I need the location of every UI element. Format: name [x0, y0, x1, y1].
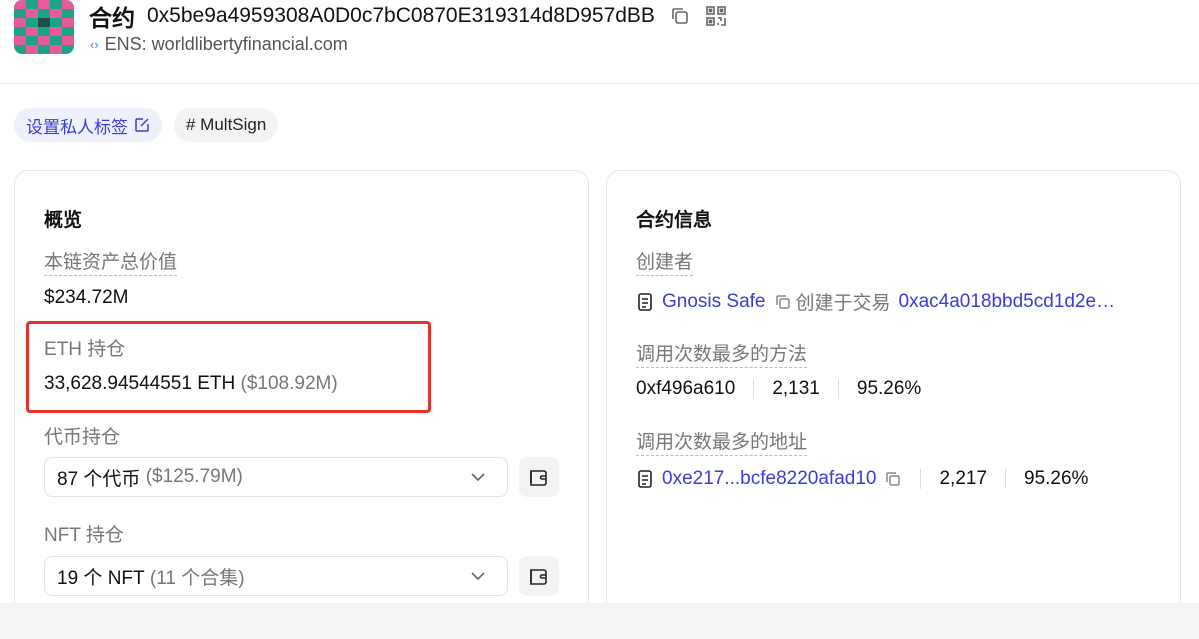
ens-name[interactable]: ENS: worldlibertyfinancial.com: [105, 34, 348, 55]
qr-code-icon[interactable]: [705, 5, 727, 27]
top-method-percent: 95.26%: [856, 378, 922, 399]
multsign-tag[interactable]: # MultSign: [174, 108, 279, 142]
creator-label: 创建者: [636, 251, 694, 276]
nft-holding-dropdown[interactable]: 19 个 NFT (11 个合集): [44, 556, 508, 596]
set-private-tag-button[interactable]: 设置私人标签: [14, 108, 162, 142]
overview-title: 概览: [44, 210, 83, 231]
token-usd-value: ($125.79M): [145, 466, 243, 487]
top-address-link[interactable]: 0xe217...bcfe8220afad10: [662, 468, 876, 490]
total-asset-label: 本链资产总价值: [44, 251, 178, 276]
top-method-count: 2,131: [772, 378, 820, 399]
contract-info-card: 合约信息 创建者 Gnosis Safe 创建于交易 0xac4a018bbd5…: [606, 170, 1181, 630]
top-address-row: 0xe217...bcfe8220afad10 2,217 95.26%: [636, 468, 1088, 490]
wallet-icon: [530, 569, 547, 585]
nft-wallet-button[interactable]: [519, 556, 559, 596]
creator-link[interactable]: Gnosis Safe: [662, 291, 766, 313]
divider: [837, 379, 839, 399]
chevron-down-icon: [471, 473, 485, 482]
top-method-id: 0xf496a610: [636, 378, 736, 399]
tag-row: 设置私人标签 # MultSign: [14, 108, 279, 142]
contract-avatar: [14, 0, 74, 54]
copy-icon[interactable]: [884, 470, 902, 488]
contract-title-row: 合约 0x5be9a4959308A0D0c7bC0870E319314d8D9…: [89, 2, 727, 31]
top-address-count: 2,217: [939, 468, 988, 489]
top-address-percent: 95.26%: [1024, 468, 1089, 489]
contract-doc-icon: [636, 469, 654, 489]
divider: [753, 379, 755, 399]
contract-type-label: 合约: [89, 5, 135, 31]
token-wallet-button[interactable]: [519, 457, 559, 497]
ens-icon: ‹›: [90, 37, 99, 52]
copy-icon[interactable]: [774, 293, 792, 311]
edit-icon: [135, 118, 149, 132]
contract-info-title: 合约信息: [636, 210, 713, 231]
nft-holding-label: NFT 持仓: [44, 525, 124, 546]
divider: [1005, 469, 1007, 489]
multsign-tag-label: # MultSign: [186, 115, 267, 134]
contract-address: 0x5be9a4959308A0D0c7bC0870E319314d8D957d…: [147, 4, 655, 27]
total-asset-value: $234.72M: [44, 287, 129, 308]
top-method-label: 调用次数最多的方法: [636, 343, 808, 368]
copy-icon[interactable]: [669, 5, 691, 27]
token-holding-dropdown[interactable]: 87 个代币 ($125.79M): [44, 457, 508, 497]
creation-tx-link[interactable]: 0xac4a018bbd5cd1d2e…: [899, 291, 1116, 313]
token-holding-label: 代币持仓: [44, 427, 121, 448]
divider: [920, 469, 922, 489]
created-in-tx-label: 创建于交易: [795, 293, 891, 314]
nft-count: 19 个 NFT: [57, 567, 145, 589]
set-private-tag-label: 设置私人标签: [26, 117, 128, 137]
wallet-icon: [530, 470, 547, 486]
footer-strip: [0, 603, 1199, 639]
top-address-label: 调用次数最多的地址: [636, 431, 808, 456]
ens-row: ‹› ENS: worldlibertyfinancial.com: [90, 34, 348, 55]
eth-holding-highlight: [26, 321, 431, 413]
top-method-row: 0xf496a610 2,131 95.26%: [636, 378, 921, 400]
contract-doc-icon: [636, 292, 654, 312]
nft-collections: (11 个合集): [149, 567, 245, 589]
creator-row: Gnosis Safe 创建于交易 0xac4a018bbd5cd1d2e…: [636, 288, 1115, 315]
chevron-down-icon: [471, 572, 485, 581]
contract-header: 合约 0x5be9a4959308A0D0c7bC0870E319314d8D9…: [0, 0, 1199, 84]
token-count: 87 个代币: [57, 468, 141, 490]
